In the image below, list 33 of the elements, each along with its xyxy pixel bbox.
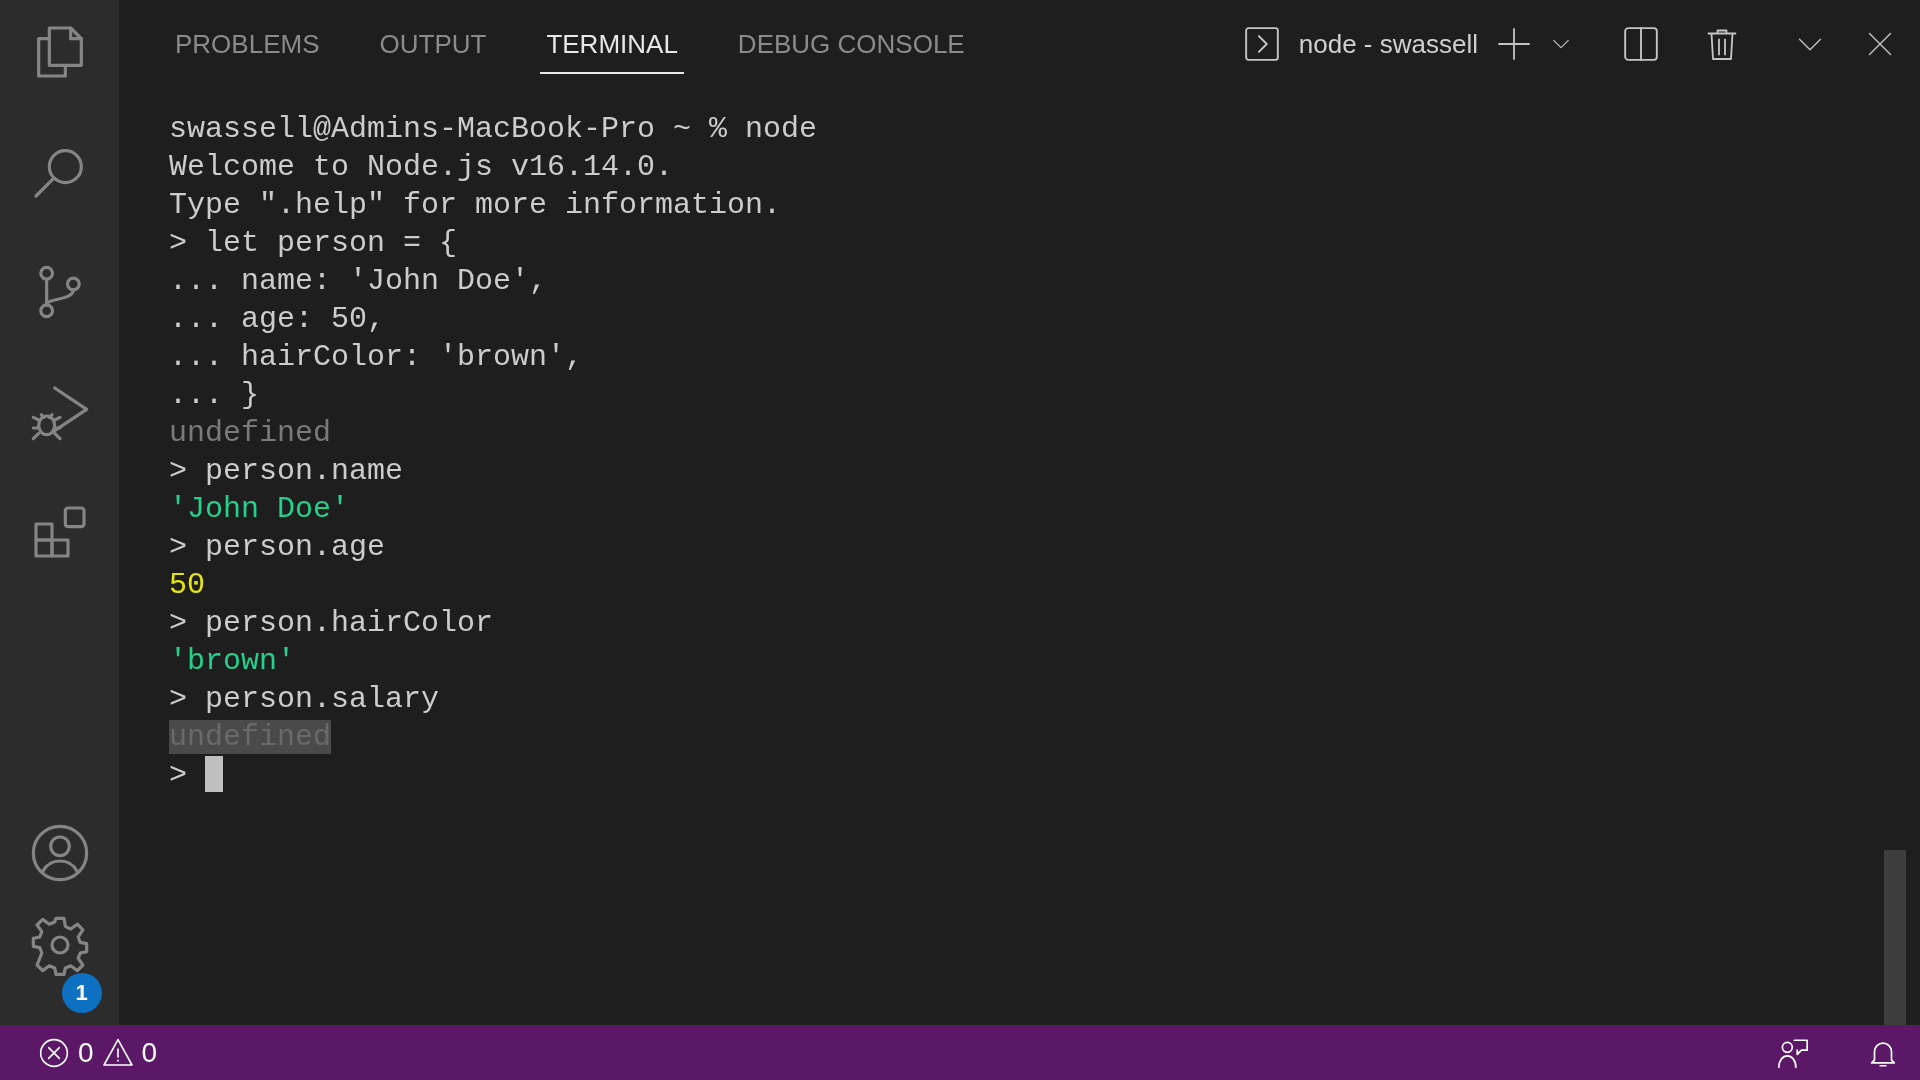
error-icon[interactable]	[38, 1036, 70, 1069]
error-count[interactable]: 0	[78, 1036, 94, 1069]
split-icon[interactable]	[1622, 25, 1660, 63]
close-icon[interactable]	[1866, 30, 1894, 58]
terminal-line: > person.name	[169, 454, 404, 488]
terminal-line: Welcome to Node.js v16.14.0.	[169, 150, 674, 184]
terminal-line: swassell@Admins-MacBook-Pro ~ % node	[169, 112, 818, 146]
terminal-line: Type ".help" for more information.	[169, 188, 782, 222]
terminal-line: ... }	[169, 378, 259, 412]
terminal-line: 'John Doe'	[169, 492, 350, 526]
terminal-line: > person.age	[169, 530, 386, 564]
terminal-cursor	[205, 756, 223, 792]
terminal-icon	[1242, 25, 1281, 63]
panel-tab[interactable]: TERMINAL	[540, 14, 684, 74]
notification-badge: 1	[61, 973, 102, 1013]
terminal-line: 50	[169, 568, 205, 602]
panel-tab[interactable]: DEBUG CONSOLE	[731, 14, 971, 74]
scrollbar[interactable]	[1884, 850, 1906, 1025]
terminal-line: > let person = {	[169, 226, 458, 260]
terminal-line: ... age: 50,	[169, 302, 386, 336]
warning-icon[interactable]	[101, 1036, 134, 1069]
terminal-line: > person.hairColor	[169, 606, 494, 640]
terminal-name[interactable]: node - swassell	[1298, 28, 1478, 60]
plus-icon[interactable]	[1496, 26, 1532, 62]
terminal-line: ... name: 'John Doe',	[169, 264, 548, 298]
panel-tab[interactable]: OUTPUT	[373, 14, 493, 74]
terminal-line: > person.salary	[169, 682, 440, 716]
terminal-line: >	[169, 758, 187, 792]
terminal-line: 'brown'	[169, 644, 296, 678]
terminal-line: undefined	[169, 416, 332, 450]
terminal-line: ... hairColor: 'brown',	[169, 340, 584, 374]
warning-count[interactable]: 0	[141, 1036, 158, 1069]
panel-tab[interactable]: PROBLEMS	[169, 14, 326, 74]
